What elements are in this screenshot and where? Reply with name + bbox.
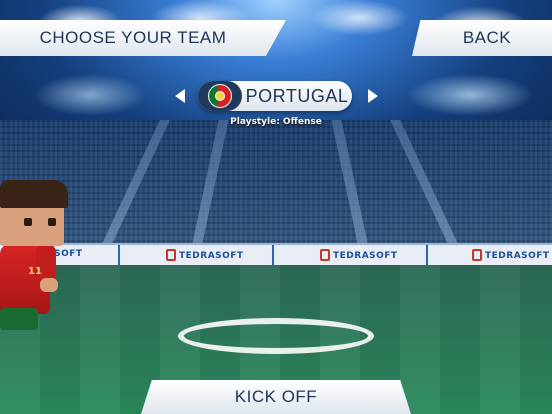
board-logo: TEDRASOFT — [320, 249, 398, 261]
kick-off-label: KICK OFF — [234, 387, 318, 406]
stadium-background: TEDRASOFT TEDRASOFT TEDRASOFT TEDRASOFT … — [0, 0, 552, 414]
player-eye — [48, 218, 56, 226]
tedrasoft-logo-icon — [320, 249, 330, 261]
choose-team-title: CHOOSE YOUR TEAM — [0, 20, 286, 56]
tedrasoft-logo-icon — [472, 249, 482, 261]
board-logo: TEDRASOFT — [166, 249, 244, 261]
back-button[interactable]: BACK — [412, 20, 552, 56]
player-eye — [24, 218, 32, 226]
player-hand — [40, 278, 58, 292]
tedrasoft-logo-icon — [166, 249, 176, 261]
board-divider — [426, 245, 428, 267]
left-arrow-icon[interactable] — [175, 89, 185, 103]
board-divider — [272, 245, 274, 267]
board-divider — [118, 245, 120, 267]
center-circle — [178, 318, 374, 354]
player-shorts — [0, 308, 38, 330]
shirt-number: 11 — [28, 266, 42, 277]
stadium-crowd — [0, 120, 552, 248]
back-button-label: BACK — [462, 28, 512, 47]
player-character: 11 — [0, 180, 70, 340]
right-arrow-icon[interactable] — [368, 89, 378, 103]
player-hair — [0, 180, 68, 208]
playstyle-label: Playstyle: Offense — [230, 117, 322, 127]
team-selector[interactable]: PORTUGAL — [198, 81, 352, 111]
board-logo: TEDRASOFT — [472, 249, 550, 261]
flag-badge — [198, 81, 242, 111]
page-title: CHOOSE YOUR TEAM — [39, 28, 227, 47]
portugal-flag-icon — [208, 84, 232, 108]
kick-off-button[interactable]: KICK OFF — [141, 380, 411, 414]
team-name: PORTUGAL — [245, 85, 349, 106]
